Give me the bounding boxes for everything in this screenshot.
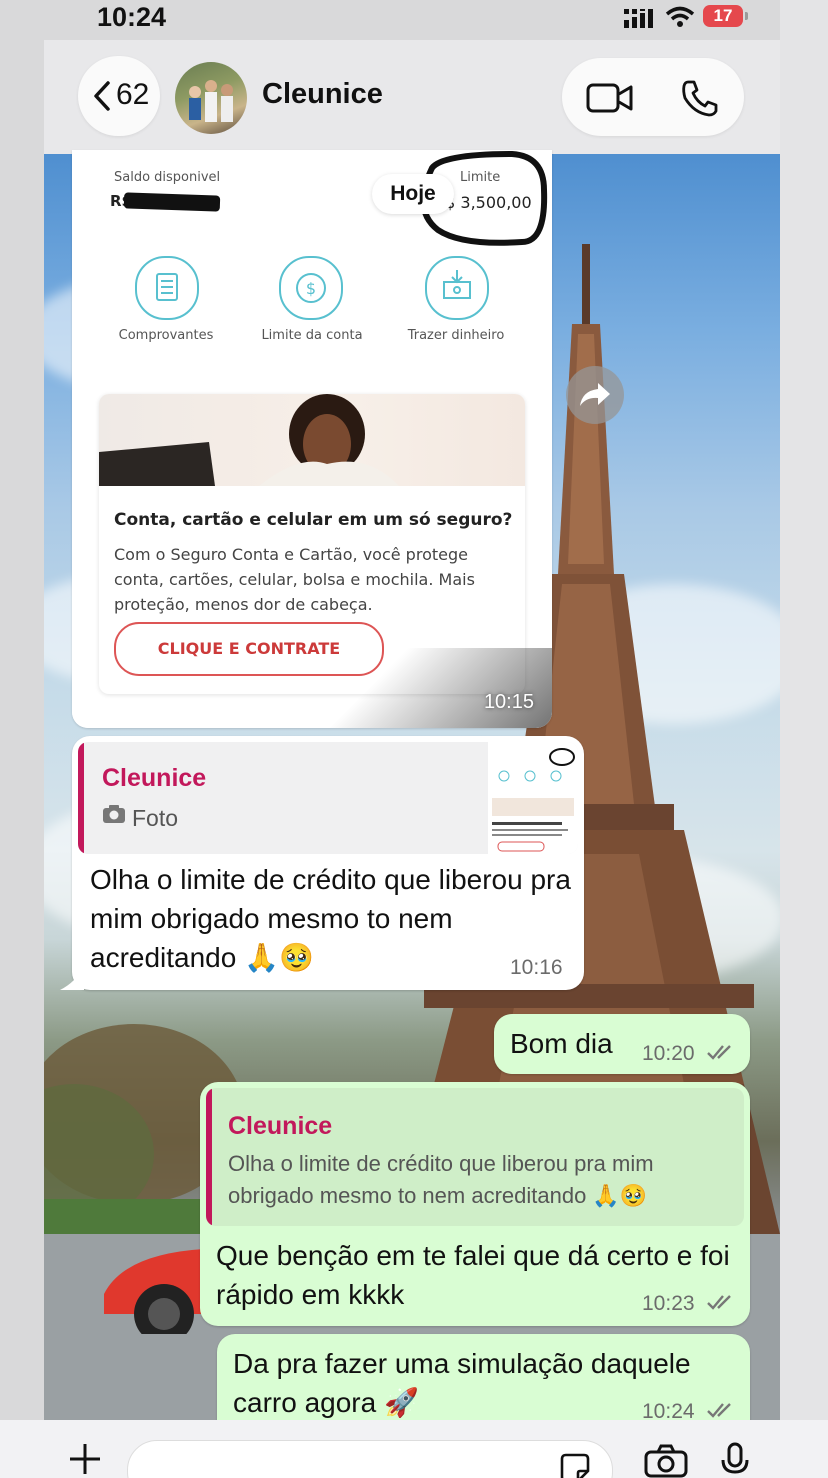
action-limite: Limite da conta (261, 328, 363, 343)
battery-level: 17 (703, 5, 743, 27)
promo-title: Conta, cartão e celular em um só seguro? (114, 510, 513, 530)
forward-icon (580, 383, 610, 406)
chat-screen: 10:24 17 62 Cleunice Saldo disponivel R$… (0, 0, 828, 1478)
unread-count: 62 (116, 78, 150, 111)
bubble-tail (60, 966, 84, 990)
status-bar: 10:24 17 (0, 0, 780, 40)
dollar-icon: $ (279, 256, 343, 320)
quote-accent-bar (206, 1088, 212, 1226)
quote-accent-bar (78, 742, 84, 854)
forward-button[interactable] (566, 366, 624, 424)
bank-screenshot-image: Saldo disponivel R$ Limite R$ 3,500,00 H… (72, 150, 552, 728)
status-time: 10:24 (97, 2, 167, 32)
read-ticks-icon (707, 1403, 731, 1418)
sticker-icon[interactable] (558, 1451, 592, 1478)
date-chip: Hoje (372, 174, 454, 214)
quote-type: Foto (132, 805, 179, 831)
outgoing-reply-message[interactable]: Cleunice Olha o limite de crédito que li… (200, 1082, 750, 1326)
quote-sender: Cleunice (102, 764, 207, 792)
quote-text: Olha o limite de crédito que liberou pra… (228, 1151, 654, 1208)
right-margin (780, 0, 828, 1478)
battery-nub (745, 12, 748, 20)
promo-photo (99, 394, 525, 486)
message-text: Bom dia (510, 1028, 613, 1059)
message-input[interactable] (127, 1440, 613, 1478)
cellular-signal-icon (624, 9, 653, 28)
saldo-label: Saldo disponivel (114, 170, 221, 185)
camera-icon[interactable] (644, 1444, 688, 1478)
plus-icon[interactable] (66, 1440, 104, 1478)
redaction-scribble (123, 192, 221, 212)
incoming-message[interactable]: Cleunice Foto Olha o limite de crédito q… (72, 736, 584, 990)
image-message[interactable]: Saldo disponivel R$ Limite R$ 3,500,00 H… (72, 150, 552, 728)
message-text: Olha o limite de crédito que liberou pra… (90, 864, 571, 973)
message-time: 10:23 (642, 1292, 695, 1315)
promo-text: Com o Seguro Conta e Cartão, você proteg… (114, 545, 475, 614)
message-time: 10:15 (483, 691, 534, 713)
svg-text:$: $ (306, 279, 316, 298)
video-call-icon[interactable] (586, 82, 634, 114)
read-ticks-icon (707, 1295, 731, 1310)
message-time: 10:20 (642, 1042, 695, 1065)
mic-icon[interactable] (718, 1442, 752, 1478)
action-trazer: Trazer dinheiro (407, 328, 505, 343)
action-comprovantes: Comprovantes (118, 328, 214, 343)
outgoing-message[interactable]: Bom dia 10:20 (494, 1014, 750, 1074)
call-actions (562, 58, 744, 136)
back-chevron-icon (94, 81, 110, 111)
contact-name[interactable]: Cleunice (262, 78, 383, 111)
photo-thumbnail (488, 742, 578, 854)
back-button[interactable]: 62 (78, 56, 160, 136)
phone-icon[interactable] (680, 78, 720, 118)
message-time: 10:16 (510, 956, 563, 979)
contact-avatar[interactable] (175, 62, 247, 134)
receipt-icon (135, 256, 199, 320)
quoted-message[interactable]: Cleunice Olha o limite de crédito que li… (206, 1088, 744, 1226)
camera-icon (103, 805, 125, 823)
money-download-icon (425, 256, 489, 320)
time-shade (312, 648, 552, 728)
quote-sender: Cleunice (228, 1112, 333, 1140)
read-ticks-icon (707, 1045, 731, 1060)
quoted-photo[interactable]: Cleunice Foto (78, 742, 578, 854)
wifi-icon (665, 6, 695, 27)
